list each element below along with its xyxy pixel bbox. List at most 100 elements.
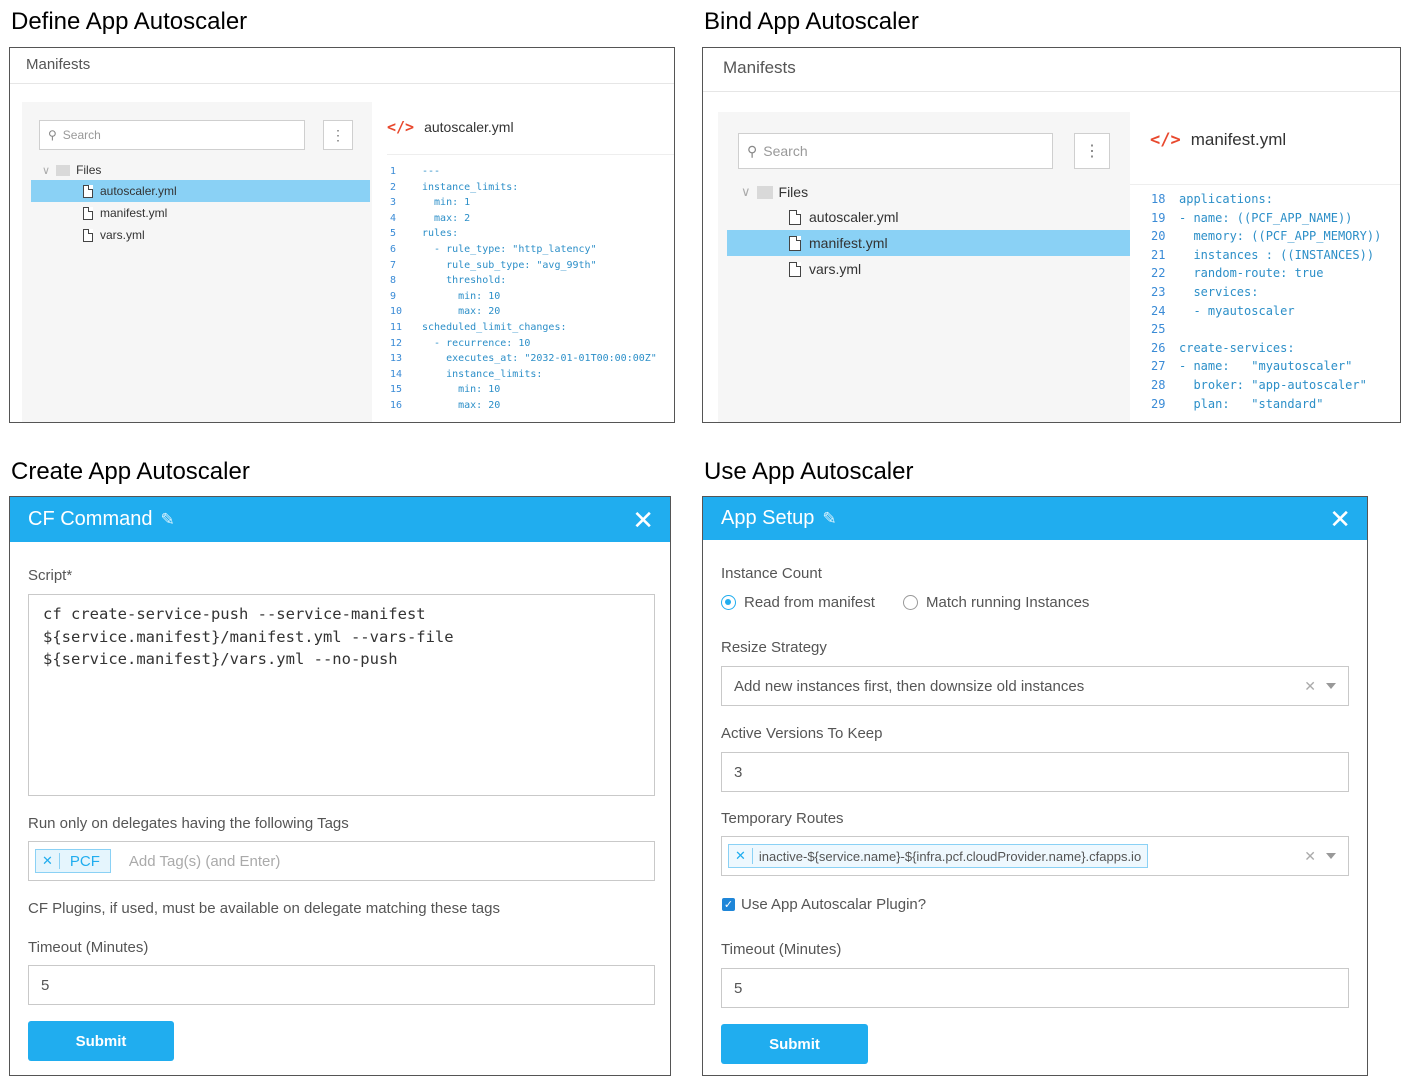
dialog-header: CF Command ✎ ✕: [10, 497, 670, 542]
code-text: rules:: [422, 228, 459, 240]
search-placeholder: Search: [62, 128, 101, 142]
file-autoscaler[interactable]: autoscaler.yml: [727, 204, 898, 230]
close-icon[interactable]: ✕: [1329, 506, 1351, 532]
code-icon: </>: [1150, 130, 1181, 150]
code-line: 10 max: 20: [390, 304, 500, 320]
resize-strategy-select[interactable]: Add new instances first, then downsize o…: [721, 666, 1349, 706]
editor-divider: [1130, 184, 1400, 185]
more-options-button[interactable]: ⋮: [323, 120, 353, 150]
code-text: executes_at: "2032-01-01T00:00:00Z": [422, 353, 657, 365]
tag-placeholder: Add Tag(s) (and Enter): [128, 852, 281, 870]
code-line: 15 min: 10: [390, 382, 500, 398]
search-input[interactable]: ⚲ Search: [738, 133, 1053, 169]
create-title: Create App Autoscaler: [11, 458, 250, 485]
close-icon[interactable]: ✕: [632, 507, 654, 533]
line-number: 8: [390, 275, 397, 287]
more-options-button[interactable]: ⋮: [1074, 133, 1110, 169]
line-number: 5: [390, 228, 397, 240]
search-input[interactable]: ⚲ Search: [39, 120, 305, 150]
line-number: 2: [390, 181, 397, 193]
line-number: 4: [390, 212, 397, 224]
folder-label: Files: [778, 184, 809, 200]
code-editor[interactable]: 1 --- 2 instance_limits: 3 min: 14 max: 2 5 ru…: [390, 164, 674, 422]
file-label: manifest.yml: [100, 206, 168, 220]
radio-match-running[interactable]: Match running Instances: [903, 594, 1089, 611]
routes-select[interactable]: ✕ inactive-${service.name}-${infra.pcf.c…: [721, 836, 1349, 876]
radio-read-from-manifest[interactable]: Read from manifest: [721, 594, 875, 611]
code-line: 11 scheduled_limit_changes:: [390, 320, 567, 336]
code-line: 22 random-route: true: [1151, 264, 1324, 283]
editor-filename: manifest.yml: [1190, 130, 1287, 149]
file-autoscaler[interactable]: autoscaler.yml: [31, 180, 370, 202]
code-line: 18 applications:: [1151, 190, 1273, 209]
timeout-value: 5: [41, 976, 50, 994]
checkmark-icon: ✓: [722, 898, 735, 911]
remove-tag-icon[interactable]: ✕: [36, 853, 60, 869]
line-number: 6: [390, 244, 397, 255]
code-text: - myautoscaler: [1179, 303, 1295, 318]
code-editor[interactable]: 18 applications: 19 - name: ((PCF_APP_NAME)…: [1151, 190, 1400, 420]
search-placeholder: Search: [763, 143, 808, 159]
file-vars[interactable]: vars.yml: [727, 256, 861, 282]
timeout-label: Timeout (Minutes): [28, 939, 149, 956]
folder-files[interactable]: ∨ Files: [741, 180, 808, 204]
code-line: 21 instances : ((INSTANCES)): [1151, 246, 1374, 265]
line-number: 25: [1151, 322, 1166, 337]
folder-icon: [756, 185, 773, 199]
submit-button[interactable]: Submit: [721, 1024, 868, 1064]
code-text: create-services:: [1179, 340, 1295, 355]
line-number: 24: [1151, 303, 1166, 318]
editor-title: </> manifest.yml: [1150, 130, 1286, 150]
tags-input[interactable]: ✕ PCF Add Tag(s) (and Enter): [28, 841, 655, 881]
code-line: 1 ---: [390, 164, 440, 180]
line-number: 9: [390, 290, 397, 302]
file-icon: [789, 235, 801, 251]
code-line: 23 services:: [1151, 283, 1258, 302]
pencil-icon[interactable]: ✎: [822, 509, 836, 529]
submit-button[interactable]: Submit: [28, 1021, 174, 1061]
plugins-note: CF Plugins, if used, must be available o…: [28, 900, 500, 917]
clear-icon[interactable]: ✕: [1304, 678, 1316, 695]
line-number: 10: [390, 306, 403, 318]
file-icon: [789, 209, 801, 225]
file-label: autoscaler.yml: [100, 184, 177, 198]
line-number: 12: [390, 337, 403, 349]
timeout-value: 5: [734, 979, 743, 997]
versions-input[interactable]: 3: [721, 752, 1349, 792]
chevron-down-icon: ∨: [741, 184, 751, 199]
search-icon: ⚲: [747, 142, 758, 159]
versions-value: 3: [734, 763, 743, 781]
caret-down-icon[interactable]: [1326, 683, 1336, 689]
bind-manifests-panel: Manifests ⚲ Search ⋮ ∨ Files autoscaler.…: [702, 47, 1401, 423]
code-line: 29 plan: "standard": [1151, 395, 1324, 414]
caret-down-icon[interactable]: [1326, 853, 1336, 859]
file-manifest[interactable]: manifest.yml: [31, 202, 167, 224]
clear-icon[interactable]: ✕: [1304, 848, 1316, 865]
remove-route-icon[interactable]: ✕: [729, 848, 753, 864]
folder-files[interactable]: ∨ Files: [42, 160, 101, 180]
app-setup-dialog: App Setup ✎ ✕ Instance Count Read from m…: [702, 496, 1368, 1076]
file-icon: [789, 261, 801, 277]
timeout-input[interactable]: 5: [28, 965, 655, 1005]
code-line: 13 executes_at: "2032-01-01T00:00:00Z": [390, 351, 657, 367]
folder-icon: [56, 164, 71, 176]
timeout-input[interactable]: 5: [721, 968, 1349, 1008]
pencil-icon[interactable]: ✎: [160, 510, 174, 530]
code-text: instances : ((INSTANCES)): [1179, 247, 1375, 262]
line-number: 23: [1151, 285, 1166, 299]
code-text: services:: [1179, 285, 1259, 299]
tags-label: Run only on delegates having the followi…: [28, 815, 349, 832]
script-textarea[interactable]: cf create-service-push --service-manifes…: [28, 594, 655, 796]
line-number: 16: [390, 400, 403, 411]
line-number: 19: [1151, 210, 1166, 225]
file-manifest[interactable]: manifest.yml: [727, 230, 1130, 256]
autoscalar-plugin-checkbox[interactable]: ✓ Use App Autoscalar Plugin?: [722, 896, 926, 913]
code-text: min: 10: [422, 384, 501, 396]
file-vars[interactable]: vars.yml: [31, 224, 145, 246]
code-text: threshold:: [422, 275, 507, 287]
code-line: 25: [1151, 320, 1179, 339]
line-number: 27: [1151, 359, 1166, 374]
code-line: 2 instance_limits:: [390, 180, 518, 196]
code-text: - recurrence: 10: [422, 337, 531, 349]
code-text: min: 1: [422, 197, 471, 209]
